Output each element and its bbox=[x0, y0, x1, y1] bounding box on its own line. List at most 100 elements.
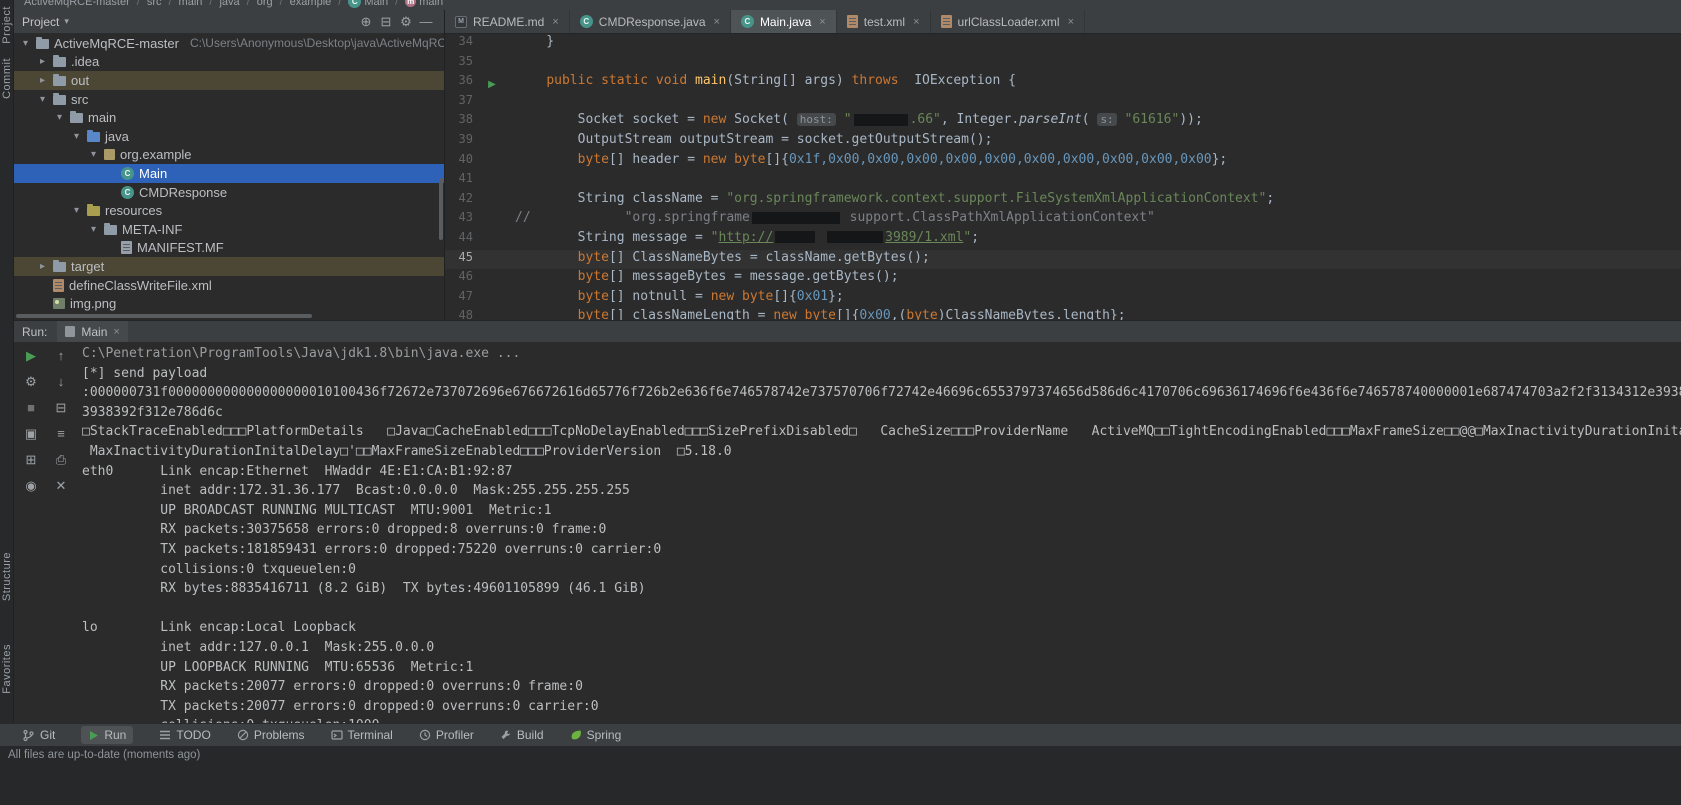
breadcrumb-item-example[interactable]: example bbox=[290, 0, 332, 8]
toolwindow-button-run[interactable]: Run bbox=[81, 726, 133, 744]
print-icon[interactable]: ⎙ bbox=[56, 452, 66, 467]
dump-icon[interactable]: ▣ bbox=[25, 426, 37, 441]
play-icon bbox=[88, 730, 99, 741]
toolwindow-button-profiler[interactable]: Profiler bbox=[419, 728, 474, 742]
chevron-down-icon[interactable]: ▾ bbox=[88, 149, 99, 160]
breadcrumb-item-main[interactable]: main bbox=[179, 0, 203, 8]
tree-row[interactable]: ▸ target bbox=[14, 257, 444, 276]
stop-icon[interactable]: ■ bbox=[27, 400, 35, 415]
tree-row[interactable]: MANIFEST.MF bbox=[14, 239, 444, 258]
toolwindow-button-spring[interactable]: Spring bbox=[570, 728, 622, 742]
editor-tab-test.xml[interactable]: test.xml× bbox=[837, 10, 931, 33]
tree-row[interactable]: img.png bbox=[14, 294, 444, 312]
settings-icon[interactable]: ⚙ bbox=[25, 374, 37, 389]
chevron-right-icon[interactable]: ▸ bbox=[37, 261, 48, 272]
stripe-button-project[interactable]: Project bbox=[1, 6, 13, 44]
hide-icon[interactable]: — bbox=[416, 14, 436, 30]
restore-icon[interactable]: ⊟ bbox=[56, 400, 67, 415]
settings-icon[interactable]: ⚙ bbox=[396, 14, 416, 30]
chevron-down-icon[interactable]: ▾ bbox=[20, 38, 31, 49]
tree-item-label: src bbox=[71, 92, 88, 107]
tree-row[interactable]: CCMDResponse bbox=[14, 183, 444, 202]
class-icon: C bbox=[741, 15, 754, 28]
softwrap-icon[interactable]: ≡ bbox=[57, 426, 65, 441]
tree-vertical-scrollbar[interactable] bbox=[439, 178, 443, 240]
chevron-down-icon[interactable]: ▾ bbox=[71, 131, 82, 142]
run-gutter-icon[interactable]: ▶ bbox=[481, 73, 503, 93]
close-icon[interactable]: × bbox=[552, 16, 558, 28]
breadcrumb-item-src[interactable]: src bbox=[147, 0, 162, 8]
pin-icon[interactable]: ◉ bbox=[25, 478, 36, 493]
tree-row[interactable]: ▸out bbox=[14, 71, 444, 90]
stripe-button-favorites[interactable]: Favorites bbox=[1, 644, 13, 694]
editor-line: 37 bbox=[445, 93, 1681, 113]
run-tab-main[interactable]: Main × bbox=[57, 321, 127, 343]
tree-row[interactable]: ▾main bbox=[14, 108, 444, 127]
chevron-down-icon[interactable]: ▾ bbox=[88, 224, 99, 235]
editor-line: 47 byte[] notnull = new byte[]{0x01}; bbox=[445, 289, 1681, 309]
chevron-down-icon[interactable]: ▾ bbox=[37, 94, 48, 105]
down-icon[interactable]: ↓ bbox=[58, 374, 65, 389]
tree-item-label: target bbox=[71, 259, 104, 274]
tree-row[interactable]: ▾ActiveMqRCE-masterC:\Users\Anonymous\De… bbox=[14, 34, 444, 53]
grid-icon[interactable]: ⊞ bbox=[26, 452, 37, 467]
tree-row[interactable]: ▾META-INF bbox=[14, 220, 444, 239]
close-icon[interactable]: × bbox=[113, 326, 119, 338]
editor[interactable]: 34 }3536▶ public static void main(String… bbox=[445, 34, 1681, 320]
breadcrumb-item-java[interactable]: java bbox=[219, 0, 239, 8]
tree-row[interactable]: CMain bbox=[14, 164, 444, 183]
editor-line: 45 byte[] ClassNameBytes = className.get… bbox=[445, 250, 1681, 270]
run-console[interactable]: C:\Penetration\ProgramTools\Java\jdk1.8\… bbox=[76, 342, 1681, 723]
console-line: lo Link encap:Local Loopback bbox=[82, 620, 1681, 640]
collapse-all-icon[interactable]: ⊟ bbox=[376, 14, 396, 30]
clear-icon[interactable]: ✕ bbox=[56, 478, 67, 493]
console-line: UP LOOPBACK RUNNING MTU:65536 Metric:1 bbox=[82, 660, 1681, 680]
tree-item-label: img.png bbox=[70, 296, 116, 311]
editor-tab-cmdresponse.java[interactable]: CCMDResponse.java× bbox=[570, 10, 731, 33]
chevron-down-icon[interactable]: ▾ bbox=[71, 205, 82, 216]
xml-file-icon bbox=[53, 279, 64, 292]
tree-row[interactable]: ▾org.example bbox=[14, 146, 444, 165]
close-icon[interactable]: × bbox=[819, 16, 825, 28]
console-line: RX packets:20077 errors:0 dropped:0 over… bbox=[82, 679, 1681, 699]
code-text: byte[] header = new byte[]{0x1f,0x00,0x0… bbox=[503, 152, 1681, 172]
toolwindow-button-terminal[interactable]: Terminal bbox=[331, 728, 393, 742]
tab-label: urlClassLoader.xml bbox=[958, 15, 1060, 29]
console-line: inet addr:127.0.0.1 Mask:255.0.0.0 bbox=[82, 640, 1681, 660]
tree-horizontal-scrollbar[interactable] bbox=[16, 314, 312, 318]
breadcrumb-item-main[interactable]: CMain bbox=[348, 0, 388, 8]
editor-tab-readme.md[interactable]: MREADME.md× bbox=[445, 10, 570, 33]
toolwindow-button-build[interactable]: Build bbox=[500, 728, 544, 742]
toolwindow-button-problems[interactable]: Problems bbox=[237, 728, 305, 742]
editor-tab-main.java[interactable]: CMain.java× bbox=[731, 10, 837, 33]
breadcrumb-item-activemqrce-master[interactable]: ActiveMqRCE-master bbox=[24, 0, 130, 8]
tree-row[interactable]: ▸.idea bbox=[14, 53, 444, 72]
tree-row[interactable]: defineClassWriteFile.xml bbox=[14, 276, 444, 295]
stripe-button-structure[interactable]: Structure bbox=[1, 552, 13, 601]
tree-row[interactable]: ▾ src bbox=[14, 90, 444, 109]
tree-row[interactable]: ▾java bbox=[14, 127, 444, 146]
folder-icon bbox=[53, 57, 66, 67]
toolwindow-button-git[interactable]: Git bbox=[22, 728, 55, 742]
stripe-button-commit[interactable]: Commit bbox=[1, 58, 13, 99]
console-line: [*] send payload bbox=[82, 366, 1681, 386]
close-icon[interactable]: × bbox=[913, 16, 919, 28]
locate-icon[interactable]: ⊕ bbox=[356, 14, 376, 30]
gutter-spacer bbox=[481, 191, 503, 211]
close-icon[interactable]: × bbox=[714, 16, 720, 28]
toolwindow-button-todo[interactable]: TODO bbox=[159, 728, 210, 742]
breadcrumb-item-main[interactable]: mmain bbox=[405, 0, 443, 8]
editor-tab-urlclassloader.xml[interactable]: urlClassLoader.xml × bbox=[931, 10, 1085, 33]
editor-line: 35 bbox=[445, 54, 1681, 74]
rerun-icon[interactable]: ▶ bbox=[26, 348, 36, 363]
chevron-right-icon[interactable]: ▸ bbox=[37, 56, 48, 67]
chevron-right-icon[interactable]: ▸ bbox=[37, 75, 48, 86]
breadcrumb-item-org[interactable]: org bbox=[257, 0, 273, 8]
chevron-down-icon[interactable]: ▾ bbox=[54, 112, 65, 123]
console-line: RX packets:30375658 errors:0 dropped:8 o… bbox=[82, 522, 1681, 542]
up-icon[interactable]: ↑ bbox=[58, 348, 65, 363]
chevron-down-icon[interactable]: ▾ bbox=[64, 16, 69, 27]
project-panel-title[interactable]: Project bbox=[22, 15, 59, 29]
close-icon[interactable]: × bbox=[1068, 16, 1074, 28]
tree-row[interactable]: ▾resources bbox=[14, 201, 444, 220]
